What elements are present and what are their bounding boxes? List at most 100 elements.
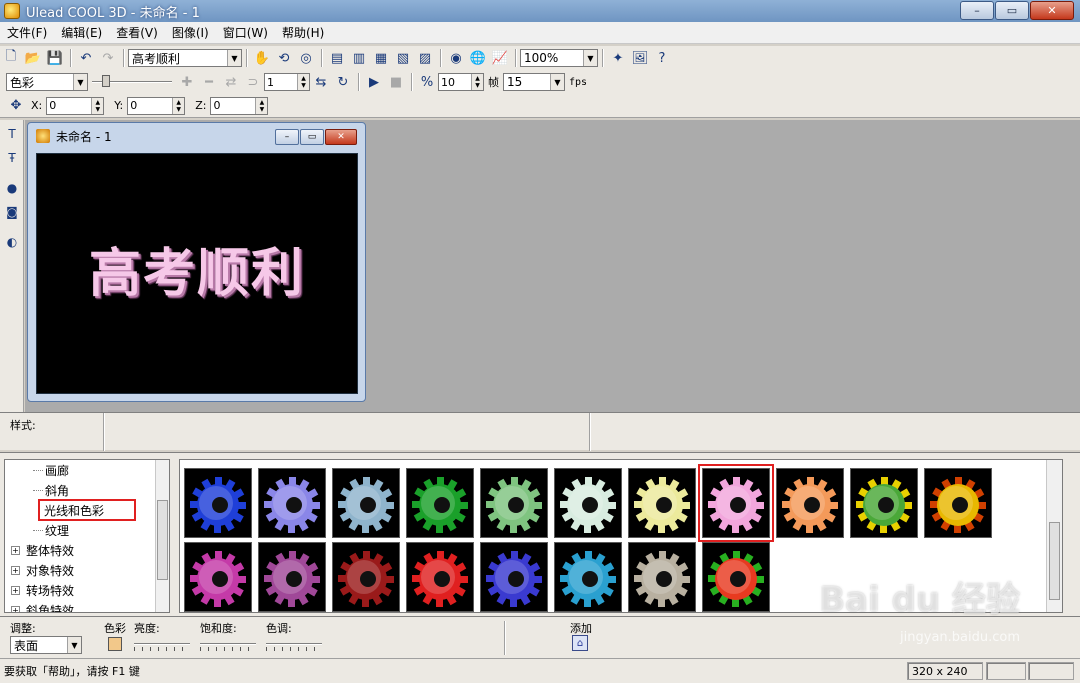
preset-thumbnail[interactable] — [332, 468, 400, 538]
help-pointer-icon[interactable]: ? — [652, 48, 672, 68]
hue-slider[interactable] — [266, 639, 322, 651]
total-frames-spinner[interactable]: 10 ▲ ▼ — [438, 73, 484, 91]
expand-plus-icon[interactable]: + — [11, 605, 20, 612]
expand-plus-icon[interactable]: + — [11, 565, 20, 575]
preset-thumbnail[interactable] — [406, 468, 474, 538]
color-swatch[interactable] — [108, 637, 122, 651]
chart-icon[interactable]: 📈 — [490, 48, 510, 68]
tree-item[interactable]: + 斜角特效 — [5, 600, 169, 612]
open-folder-icon[interactable]: 📂 — [23, 48, 43, 68]
saturation-slider[interactable] — [200, 639, 256, 651]
spinner-arrows-icon[interactable]: ▲ ▼ — [255, 97, 268, 114]
tree-item[interactable]: 光线和色彩 — [38, 499, 136, 521]
chevron-down-icon[interactable]: ▼ — [227, 50, 241, 66]
preset-thumbnail[interactable] — [554, 468, 622, 538]
move-object-icon[interactable]: ✥ — [6, 96, 26, 116]
preset-thumbnail[interactable] — [698, 464, 774, 542]
scrollbar-thumb[interactable] — [1049, 522, 1060, 600]
edit-text-icon[interactable]: Ŧ — [2, 148, 22, 168]
tree-item[interactable]: 斜角 — [5, 480, 169, 500]
preset-thumbnail[interactable] — [628, 542, 696, 612]
attribute-mode-combo[interactable]: 色彩 ▼ — [6, 73, 88, 91]
preset-thumbnail[interactable] — [850, 468, 918, 538]
layout-four-icon[interactable]: ▧ — [393, 48, 413, 68]
brightness-slider[interactable] — [134, 639, 190, 651]
adjust-combo[interactable]: 表面 ▼ — [10, 636, 82, 654]
render-canvas[interactable]: 高考顺利 — [36, 153, 358, 394]
spinner-arrows-icon[interactable]: ▲ ▼ — [297, 74, 309, 90]
save-icon[interactable]: 💾 — [45, 48, 65, 68]
smooth-motion-icon[interactable]: % — [417, 72, 437, 92]
preset-thumbnail[interactable] — [628, 468, 696, 538]
reverse-icon[interactable]: ⊃ — [243, 72, 263, 92]
tree-item[interactable]: + 对象特效 — [5, 560, 169, 580]
remove-keyframe-icon[interactable]: ━ — [199, 72, 219, 92]
preset-thumbnail[interactable] — [184, 542, 252, 612]
preset-thumbnail[interactable] — [332, 542, 400, 612]
spinner-arrows-icon[interactable]: ▲ ▼ — [471, 74, 483, 90]
insert-text-icon[interactable]: T — [2, 124, 22, 144]
play-icon[interactable]: ▶ — [364, 72, 384, 92]
layout-three-icon[interactable]: ▦ — [371, 48, 391, 68]
hand-pan-icon[interactable]: ✋ — [252, 48, 272, 68]
menu-help[interactable]: 帮助(H) — [275, 24, 331, 41]
repeat-icon[interactable]: ↻ — [333, 72, 353, 92]
close-button[interactable]: ✕ — [1030, 1, 1074, 20]
stop-icon[interactable]: ■ — [386, 72, 406, 92]
text-object-combo[interactable]: 高考顺利 ▼ — [128, 49, 242, 67]
preset-thumbnail[interactable] — [702, 542, 770, 612]
expand-plus-icon[interactable]: + — [11, 545, 20, 555]
redo-icon[interactable]: ↷ — [98, 48, 118, 68]
tree-item[interactable]: 画廊 — [5, 460, 169, 480]
menu-view[interactable]: 查看(V) — [109, 24, 165, 41]
zoom-combo[interactable]: 100% ▼ — [520, 49, 598, 67]
insert-shape-icon[interactable]: ◐ — [2, 232, 22, 252]
document-window[interactable]: 未命名 - 1 – ▭ ✕ 高考顺利 — [27, 122, 366, 402]
insert-geometry-icon[interactable]: ● — [2, 178, 22, 198]
document-title-bar[interactable]: 未命名 - 1 – ▭ ✕ — [28, 123, 365, 149]
edit-geometry-icon[interactable]: ◙ — [2, 202, 22, 222]
preset-thumbnail[interactable] — [924, 468, 992, 538]
image-export-icon[interactable]: 🖼 — [630, 48, 650, 68]
tree-scrollbar[interactable] — [155, 460, 169, 612]
layout-one-icon[interactable]: ▤ — [327, 48, 347, 68]
tree-item[interactable]: + 整体特效 — [5, 540, 169, 560]
new-file-icon[interactable]: 🗋 — [1, 48, 21, 68]
tree-item[interactable]: 纹理 — [5, 520, 169, 540]
slider-thumb[interactable] — [102, 75, 110, 87]
menu-file[interactable]: 文件(F) — [0, 24, 54, 41]
preset-thumbnail[interactable] — [258, 542, 326, 612]
menu-edit[interactable]: 编辑(E) — [54, 24, 109, 41]
tree-item[interactable]: + 转场特效 — [5, 580, 169, 600]
chevron-down-icon[interactable]: ▼ — [73, 74, 87, 90]
fit-view-icon[interactable]: ◎ — [296, 48, 316, 68]
preset-thumbnail[interactable] — [258, 468, 326, 538]
3d-text-object[interactable]: 高考顺利 — [89, 231, 305, 306]
chevron-down-icon[interactable]: ▼ — [583, 50, 597, 66]
preset-thumbnail[interactable] — [480, 468, 548, 538]
spinner-arrows-icon[interactable]: ▲ ▼ — [172, 97, 185, 114]
y-position-spinner[interactable]: 0 ▲ ▼ — [127, 96, 186, 115]
preset-thumbnail[interactable] — [184, 468, 252, 538]
camera-icon[interactable]: ◉ — [446, 48, 466, 68]
add-keyframe-icon[interactable]: ✚ — [177, 72, 197, 92]
minimize-button[interactable]: – — [960, 1, 994, 20]
preset-thumbnail[interactable] — [406, 542, 474, 612]
add-to-library-icon[interactable]: ⌂ — [572, 635, 588, 651]
spinner-arrows-icon[interactable]: ▲ ▼ — [91, 97, 104, 114]
rotate-object-icon[interactable]: ⟲ — [274, 48, 294, 68]
flip-keyframe-icon[interactable]: ⇄ — [221, 72, 241, 92]
maximize-button[interactable]: ▭ — [995, 1, 1029, 20]
document-close-button[interactable]: ✕ — [325, 129, 357, 145]
layout-five-icon[interactable]: ▨ — [415, 48, 435, 68]
document-minimize-button[interactable]: – — [275, 129, 299, 145]
document-maximize-button[interactable]: ▭ — [300, 129, 324, 145]
preset-thumbnail[interactable] — [776, 468, 844, 538]
scrollbar-thumb[interactable] — [157, 500, 168, 580]
chevron-down-icon[interactable]: ▼ — [550, 74, 564, 90]
object-effects-icon[interactable]: ✦ — [608, 48, 628, 68]
timeline-slider[interactable] — [92, 75, 172, 89]
menu-image[interactable]: 图像(I) — [165, 24, 216, 41]
menu-window[interactable]: 窗口(W) — [216, 24, 275, 41]
current-frame-spinner[interactable]: 1 ▲ ▼ — [264, 73, 310, 91]
